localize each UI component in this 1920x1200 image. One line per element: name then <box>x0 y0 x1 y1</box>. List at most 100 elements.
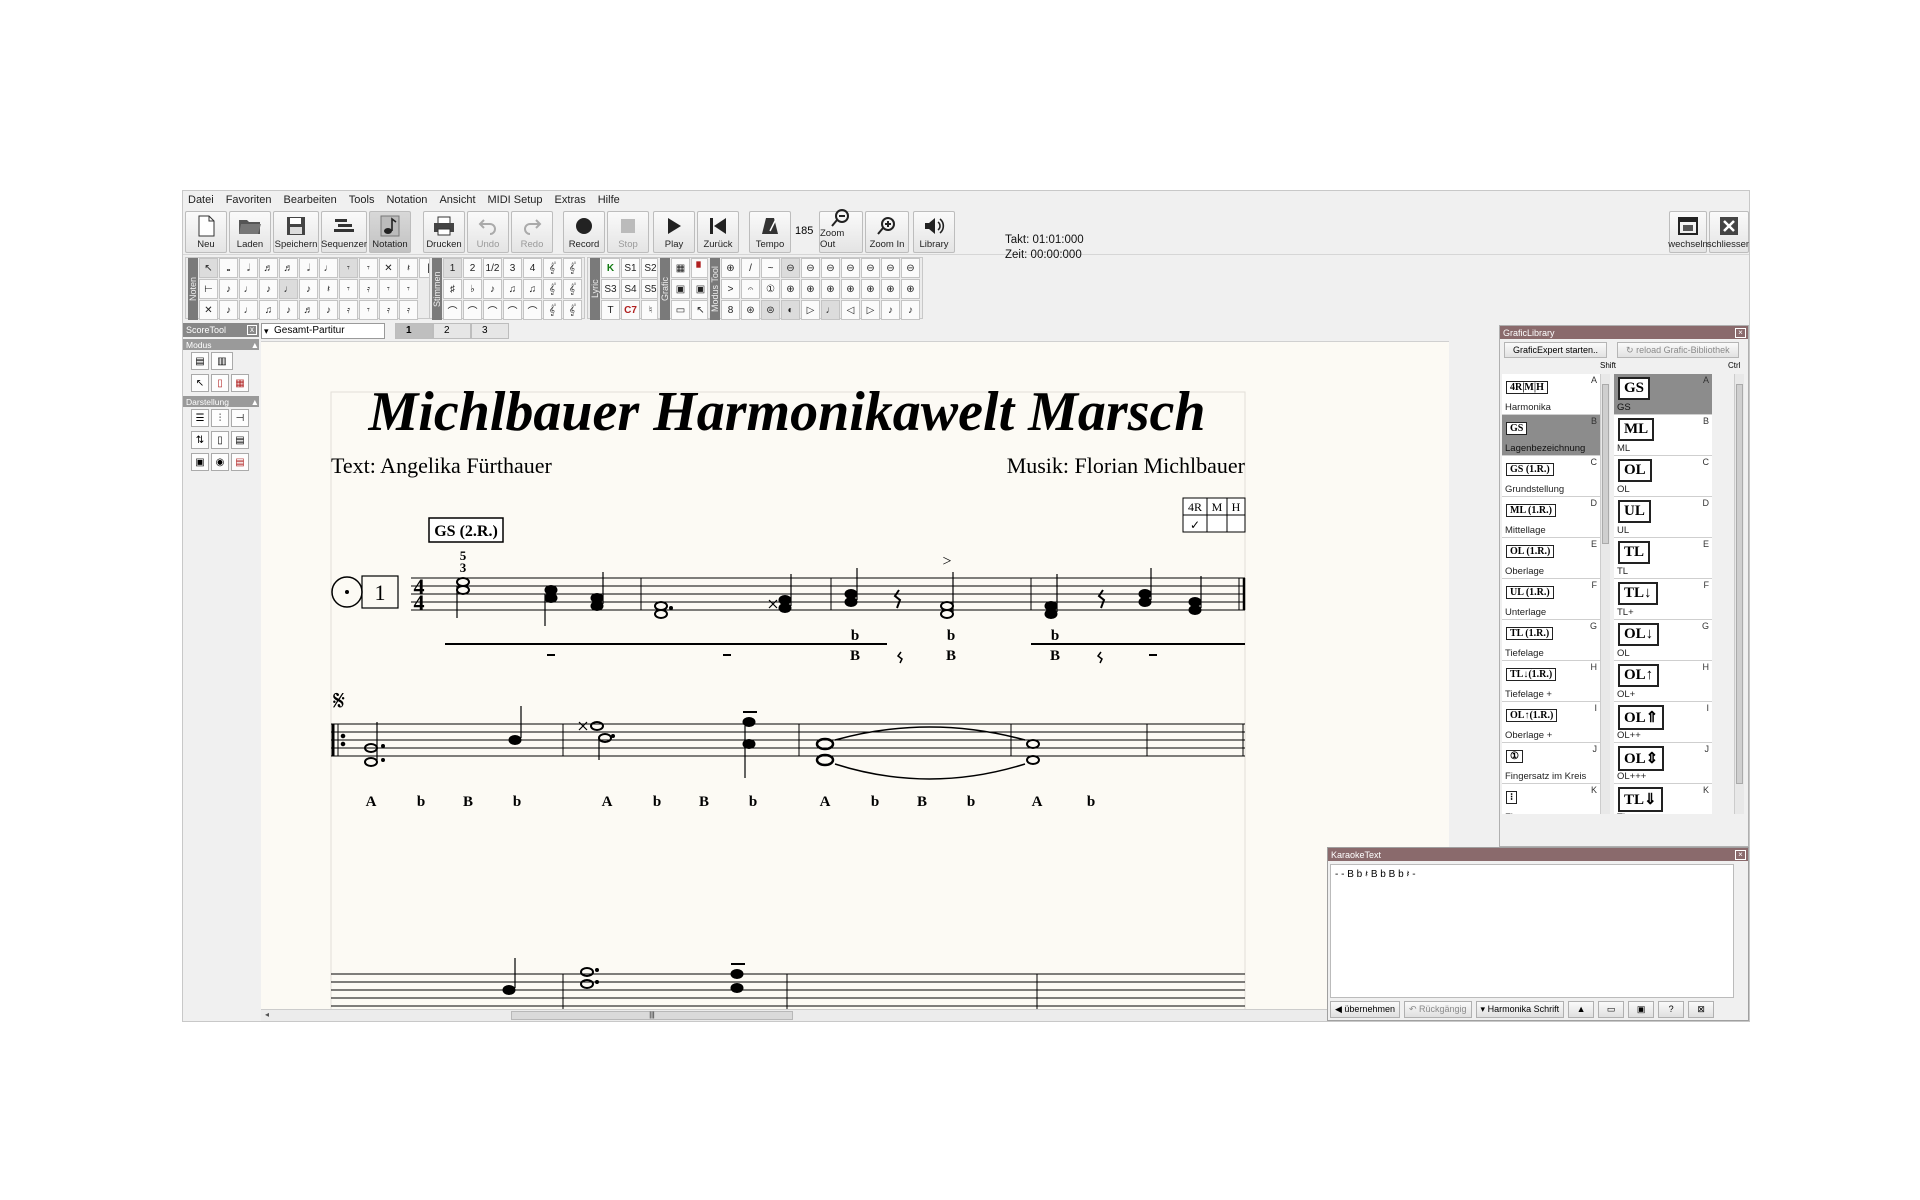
transpose-icon[interactable]: ⇅ <box>191 431 209 449</box>
voice-2-key[interactable]: 2 <box>463 258 482 278</box>
grafic-shift-item-4[interactable]: OL (1.R.) E Oberlage <box>1502 538 1600 579</box>
bass-i-icon[interactable]: ♩ <box>821 300 840 320</box>
grafic-shift-item-5[interactable]: UL (1.R.) F Unterlage <box>1502 579 1600 620</box>
beam-b-icon[interactable]: ♫ <box>523 279 542 299</box>
new-button[interactable]: Neu <box>185 211 227 253</box>
grafic-left-scrollbar[interactable] <box>1600 374 1610 814</box>
grafic-library-close-icon[interactable]: × <box>1735 327 1746 338</box>
thirtysecond-note-icon[interactable]: ♬ <box>279 258 298 278</box>
pointer-tool-icon[interactable]: ↖ <box>199 258 218 278</box>
bass-p-icon[interactable]: ⊖ <box>881 258 900 278</box>
back-button[interactable]: Zurück <box>697 211 739 253</box>
eighth-b-icon[interactable]: ♪ <box>299 279 318 299</box>
text-tool-icon[interactable]: T <box>601 300 620 320</box>
rest-c-icon[interactable]: 𝄾 <box>359 300 378 320</box>
s4-key[interactable]: S4 <box>621 279 640 299</box>
quarter-active-icon[interactable]: ♩ <box>279 279 298 299</box>
cross-b-icon[interactable]: 𝄾 <box>379 279 398 299</box>
sixteenth-b-icon[interactable]: ♬ <box>299 300 318 320</box>
apply-button[interactable]: ◀ übernehmen <box>1330 1001 1400 1018</box>
grafic-shift-item-10[interactable]: ⁝ K Fingersatz <box>1502 784 1600 814</box>
zoom-in-button[interactable]: Zoom In <box>865 211 909 253</box>
scroll-view-icon[interactable]: ▥ <box>211 352 233 370</box>
camera-icon[interactable]: ◉ <box>211 453 229 471</box>
bass-d-icon[interactable]: ⊖ <box>801 258 820 278</box>
triplet-b-icon[interactable]: ♪ <box>483 279 502 299</box>
open-button[interactable]: ▭ <box>1598 1001 1625 1018</box>
score-page[interactable]: Michlbauer Harmonikawelt Marsch Text: An… <box>261 341 1449 1009</box>
grafic-ctrl-item-5[interactable]: TL↓ F TL+ <box>1614 579 1712 620</box>
ottava-icon[interactable]: 8 <box>721 300 740 320</box>
voice-4-key[interactable]: 4 <box>523 258 542 278</box>
save-karaoke-button[interactable]: ▣ <box>1628 1001 1655 1018</box>
grafic-ctrl-item-6[interactable]: OL↓ G OL <box>1614 620 1712 661</box>
dotted-quarter-icon[interactable]: ♩ <box>239 300 258 320</box>
mixer-icon[interactable]: ⫶ <box>211 409 229 427</box>
grafic-ctrl-item-7[interactable]: OL↑ H OL+ <box>1614 661 1712 702</box>
grafic-shift-item-1[interactable]: GS B Lagenbezeichnung <box>1502 415 1600 456</box>
slur-icon[interactable]: ⌒ <box>463 300 482 320</box>
menu-notation[interactable]: Notation <box>386 194 427 206</box>
red-grid-icon[interactable]: ▦ <box>231 374 249 392</box>
grafic-ctrl-item-3[interactable]: UL D UL <box>1614 497 1712 538</box>
grafic-shift-item-6[interactable]: TL (1.R.) G Tiefelage <box>1502 620 1600 661</box>
rest-b-icon[interactable]: 𝄿 <box>359 279 378 299</box>
grafic-shift-item-0[interactable]: 4R|M|H A Harmonika <box>1502 374 1600 415</box>
page-icon[interactable]: ▯ <box>211 431 229 449</box>
tab-e-icon[interactable]: 𝄟 <box>563 279 582 299</box>
layout-icon[interactable]: ▤ <box>231 431 249 449</box>
notation-button[interactable]: Notation <box>369 211 411 253</box>
grafic-left-scroll-thumb[interactable] <box>1602 384 1609 544</box>
tie-b-icon[interactable]: ⌒ <box>483 300 502 320</box>
grafic-shift-item-9[interactable]: ① J Fingersatz im Kreis <box>1502 743 1600 784</box>
rest-e-icon[interactable]: 𝄽 <box>399 258 418 278</box>
grafic-expert-button[interactable]: GraficExpert starten.. <box>1504 342 1608 358</box>
menu-tools[interactable]: Tools <box>349 194 375 206</box>
circle-symbol-icon[interactable]: ⊜ <box>761 300 780 320</box>
menu-midi-setup[interactable]: MIDI Setup <box>488 194 543 206</box>
grafic-shift-item-3[interactable]: ML (1.R.) D Mittellage <box>1502 497 1600 538</box>
sixteenth-note-icon[interactable]: ♬ <box>259 258 278 278</box>
flat-sharp-icon[interactable]: ♯ <box>443 279 462 299</box>
rest-tool-icon[interactable]: 𝄽 <box>319 279 338 299</box>
save-button[interactable]: Speichern <box>273 211 319 253</box>
grafic-ctrl-item-8[interactable]: OL⇑ I OL++ <box>1614 702 1712 743</box>
menu-favoriten[interactable]: Favoriten <box>226 194 272 206</box>
sequencer-button[interactable]: Sequenzer <box>321 211 367 253</box>
grafic-shift-item-8[interactable]: OL↑(1.R.) I Oberlage + <box>1502 702 1600 743</box>
circle-one-icon[interactable]: ① <box>761 279 780 299</box>
tab-c-icon[interactable]: 𝄟 <box>543 300 562 320</box>
align-icon[interactable]: ☰ <box>191 409 209 427</box>
voice-half-key[interactable]: 1/2 <box>483 258 502 278</box>
rest-d-icon[interactable]: 𝄿 <box>379 300 398 320</box>
bass-r-icon[interactable]: ♪ <box>881 300 900 320</box>
rest-a-icon[interactable]: 𝄾 <box>359 258 378 278</box>
grace-note-icon[interactable]: ♪ <box>279 300 298 320</box>
undo-button[interactable]: Undo <box>467 211 509 253</box>
zoom-out-button[interactable]: Zoom Out <box>819 209 863 253</box>
menu-datei[interactable]: Datei <box>188 194 214 206</box>
trill-icon[interactable]: ~ <box>761 258 780 278</box>
print-button[interactable]: Drucken <box>423 211 465 253</box>
pdf-icon[interactable]: ▤ <box>231 453 249 471</box>
bass-j-icon[interactable]: ⊖ <box>841 258 860 278</box>
bar-tool-icon[interactable]: 𝄾 <box>399 279 418 299</box>
close-app-button[interactable]: schliessen <box>1707 211 1749 253</box>
grafic-ctrl-item-4[interactable]: TL E TL <box>1614 538 1712 579</box>
karaoke-close-icon[interactable]: × <box>1735 849 1746 860</box>
tab-f-icon[interactable]: 𝄟 <box>563 300 582 320</box>
s1-key[interactable]: S1 <box>621 258 640 278</box>
tab-icon[interactable]: 𝄟 <box>543 258 562 278</box>
bass-e-icon[interactable]: ⊕ <box>801 279 820 299</box>
red-page-icon[interactable]: ▯ <box>211 374 229 392</box>
bass-o-icon[interactable]: ▷ <box>861 300 880 320</box>
bass-h-icon[interactable]: ⊕ <box>821 279 840 299</box>
bass-q-icon[interactable]: ⊕ <box>881 279 900 299</box>
karaoke-text-area[interactable]: - - B b 𝄽 B b B b 𝄽 - <box>1330 864 1734 998</box>
tab-d-icon[interactable]: 𝄟 <box>563 258 582 278</box>
page-view-icon[interactable]: ▤ <box>191 352 209 370</box>
accidental-icon[interactable]: ♭ <box>463 279 482 299</box>
bass-g-icon[interactable]: ⊖ <box>821 258 840 278</box>
warning-button[interactable]: ▲ <box>1568 1001 1595 1018</box>
record-button[interactable]: Record <box>563 211 605 253</box>
